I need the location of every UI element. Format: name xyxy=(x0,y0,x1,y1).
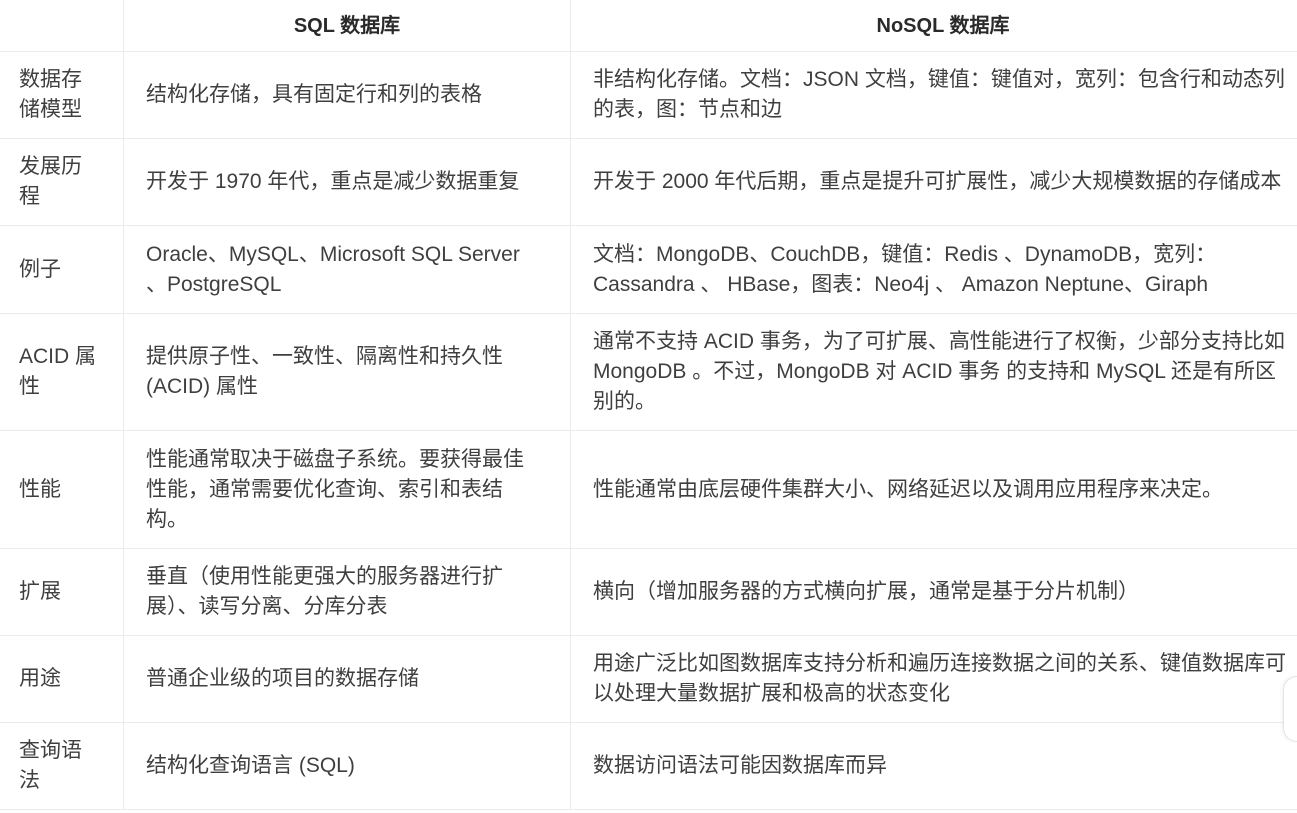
nosql-text: 非结构化存储。文档：JSON 文档，键值：键值对，宽列：包含行和动态列的表，图：… xyxy=(593,68,1285,121)
table-row-acid: ACID 属性 提供原子性、一致性、隔离性和持久性 (ACID) 属性 通常不支… xyxy=(0,314,1297,431)
sql-cell: 结构化存储，具有固定行和列的表格 xyxy=(124,52,571,138)
sql-text: 结构化查询语言 (SQL) xyxy=(146,754,355,777)
sql-text: 性能通常取决于磁盘子系统。要获得最佳性能，通常需要优化查询、索引和表结构。 xyxy=(146,447,524,531)
nosql-cell: 开发于 2000 年代后期，重点是提升可扩展性，减少大规模数据的存储成本 xyxy=(571,139,1297,225)
table-row-performance: 性能 性能通常取决于磁盘子系统。要获得最佳性能，通常需要优化查询、索引和表结构。… xyxy=(0,431,1297,549)
nosql-text: 性能通常由底层硬件集群大小、网络延迟以及调用应用程序来决定。 xyxy=(593,477,1223,501)
sql-cell: 普通企业级的项目的数据存储 xyxy=(124,636,571,722)
aspect-cell: 性能 xyxy=(0,431,124,548)
header-cell-aspect xyxy=(0,0,124,51)
aspect-label: 扩展 xyxy=(19,580,61,603)
header-cell-nosql: NoSQL 数据库 xyxy=(571,0,1297,51)
aspect-label: 性能 xyxy=(19,477,61,501)
sql-cell: 结构化查询语言 (SQL) xyxy=(124,723,571,809)
aspect-cell: 数据存储模型 xyxy=(0,52,124,138)
floating-side-button[interactable] xyxy=(1283,676,1297,742)
header-label-sql: SQL 数据库 xyxy=(293,14,401,37)
nosql-text: 横向（增加服务器的方式横向扩展，通常是基于分片机制） xyxy=(593,580,1139,603)
sql-text: 开发于 1970 年代，重点是减少数据重复 xyxy=(146,170,520,193)
sql-text: 提供原子性、一致性、隔离性和持久性 (ACID) 属性 xyxy=(146,345,503,398)
sql-text: Oracle、MySQL、Microsoft SQL Server 、Postg… xyxy=(146,242,520,296)
nosql-cell: 非结构化存储。文档：JSON 文档，键值：键值对，宽列：包含行和动态列的表，图：… xyxy=(571,52,1297,138)
nosql-text: 文档：MongoDB、CouchDB，键值：Redis 、DynamoDB，宽列… xyxy=(593,242,1217,296)
nosql-cell: 通常不支持 ACID 事务，为了可扩展、高性能进行了权衡，少部分支持比如 Mon… xyxy=(571,314,1297,430)
header-label-nosql: NoSQL 数据库 xyxy=(876,14,1010,37)
aspect-cell: 查询语法 xyxy=(0,723,124,809)
sql-text: 普通企业级的项目的数据存储 xyxy=(146,667,419,690)
nosql-text: 开发于 2000 年代后期，重点是提升可扩展性，减少大规模数据的存储成本 xyxy=(593,170,1282,193)
aspect-label: ACID 属性 xyxy=(19,345,97,398)
table-header-row: SQL 数据库 NoSQL 数据库 xyxy=(0,0,1297,52)
nosql-cell: 文档：MongoDB、CouchDB，键值：Redis 、DynamoDB，宽列… xyxy=(571,226,1297,313)
nosql-cell: 横向（增加服务器的方式横向扩展，通常是基于分片机制） xyxy=(571,549,1297,635)
table-row-history: 发展历程 开发于 1970 年代，重点是减少数据重复 开发于 2000 年代后期… xyxy=(0,139,1297,226)
nosql-text: 数据访问语法可能因数据库而异 xyxy=(593,754,887,777)
aspect-cell: ACID 属性 xyxy=(0,314,124,430)
nosql-cell: 用途广泛比如图数据库支持分析和遍历连接数据之间的关系、键值数据库可以处理大量数据… xyxy=(571,636,1297,722)
aspect-label: 数据存储模型 xyxy=(19,68,82,121)
sql-cell: 开发于 1970 年代，重点是减少数据重复 xyxy=(124,139,571,225)
aspect-label: 例子 xyxy=(19,257,61,281)
sql-cell: 提供原子性、一致性、隔离性和持久性 (ACID) 属性 xyxy=(124,314,571,430)
table-row-query-syntax: 查询语法 结构化查询语言 (SQL) 数据访问语法可能因数据库而异 xyxy=(0,723,1297,810)
nosql-text: 用途广泛比如图数据库支持分析和遍历连接数据之间的关系、键值数据库可以处理大量数据… xyxy=(593,652,1286,705)
aspect-label: 发展历程 xyxy=(19,155,82,208)
aspect-cell: 扩展 xyxy=(0,549,124,635)
aspect-label: 用途 xyxy=(19,667,61,690)
aspect-label: 查询语法 xyxy=(19,739,82,792)
aspect-cell: 用途 xyxy=(0,636,124,722)
nosql-text: 通常不支持 ACID 事务，为了可扩展、高性能进行了权衡，少部分支持比如 Mon… xyxy=(593,330,1285,413)
header-cell-sql: SQL 数据库 xyxy=(124,0,571,51)
nosql-cell: 性能通常由底层硬件集群大小、网络延迟以及调用应用程序来决定。 xyxy=(571,431,1297,548)
comparison-table: SQL 数据库 NoSQL 数据库 数据存储模型 结构化存储，具有固定行和列的表… xyxy=(0,0,1297,810)
sql-cell: Oracle、MySQL、Microsoft SQL Server 、Postg… xyxy=(124,226,571,313)
table-row-examples: 例子 Oracle、MySQL、Microsoft SQL Server 、Po… xyxy=(0,226,1297,314)
sql-text: 结构化存储，具有固定行和列的表格 xyxy=(146,83,482,106)
table-row-use-cases: 用途 普通企业级的项目的数据存储 用途广泛比如图数据库支持分析和遍历连接数据之间… xyxy=(0,636,1297,723)
table-row-scaling: 扩展 垂直（使用性能更强大的服务器进行扩展）、读写分离、分库分表 横向（增加服务… xyxy=(0,549,1297,636)
sql-text: 垂直（使用性能更强大的服务器进行扩展）、读写分离、分库分表 xyxy=(146,565,503,618)
aspect-cell: 例子 xyxy=(0,226,124,313)
nosql-cell: 数据访问语法可能因数据库而异 xyxy=(571,723,1297,809)
aspect-cell: 发展历程 xyxy=(0,139,124,225)
table-row-data-model: 数据存储模型 结构化存储，具有固定行和列的表格 非结构化存储。文档：JSON 文… xyxy=(0,52,1297,139)
sql-cell: 垂直（使用性能更强大的服务器进行扩展）、读写分离、分库分表 xyxy=(124,549,571,635)
sql-cell: 性能通常取决于磁盘子系统。要获得最佳性能，通常需要优化查询、索引和表结构。 xyxy=(124,431,571,548)
